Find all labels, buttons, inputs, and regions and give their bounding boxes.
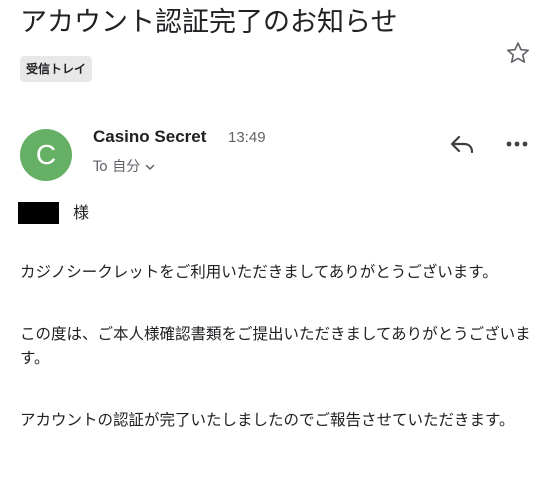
inbox-label-badge[interactable]: 受信トレイ — [20, 56, 93, 82]
email-subject: アカウント認証完了のお知らせ — [20, 7, 398, 38]
star-icon[interactable] — [505, 40, 531, 66]
more-options-icon[interactable] — [505, 134, 529, 154]
chevron-down-icon — [145, 164, 155, 170]
recipient-label: To 自分 — [93, 159, 141, 175]
received-time: 13:49 — [228, 129, 266, 146]
sender-name[interactable]: Casino Secret — [93, 125, 206, 149]
redacted-recipient-name — [18, 202, 59, 224]
reply-icon[interactable] — [448, 131, 476, 157]
body-paragraph: アカウントの認証が完了いたしましたのでご報告させていただきます。 — [20, 411, 515, 429]
salutation: 様 — [73, 203, 90, 222]
sender-avatar: C — [20, 129, 72, 181]
email-body: カジノシークレットをご利用いただきましてありがとうございます。 この度は、ご本人… — [20, 260, 532, 470]
body-paragraph: この度は、ご本人様確認書類をご提出いただきましてありがとうございます。 — [20, 325, 531, 367]
recipient-details-toggle[interactable]: To 自分 — [93, 156, 156, 178]
body-paragraph: カジノシークレットをご利用いただきましてありがとうございます。 — [20, 263, 498, 281]
